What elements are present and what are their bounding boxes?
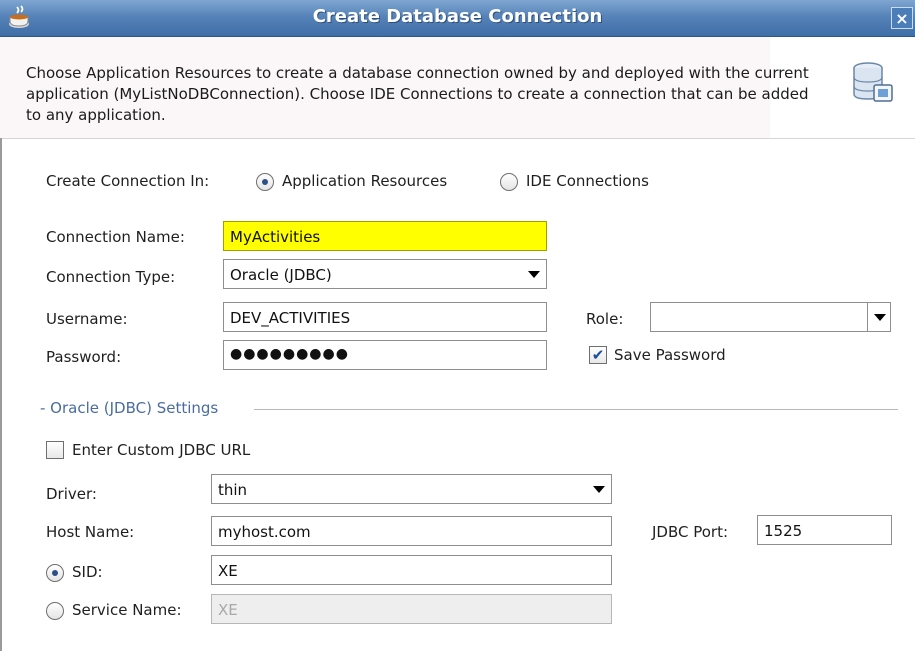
- chevron-down-icon: [528, 271, 540, 278]
- connection-type-select[interactable]: Oracle (JDBC): [223, 259, 547, 289]
- host-name-input[interactable]: myhost.com: [211, 516, 612, 546]
- application-resources-radio[interactable]: [256, 173, 274, 191]
- sid-label[interactable]: SID:: [72, 563, 103, 581]
- password-input[interactable]: ●●●●●●●●●: [223, 340, 547, 370]
- header-panel: Choose Application Resources to create a…: [0, 37, 915, 139]
- driver-value: thin: [218, 481, 248, 499]
- jdbc-port-label: JDBC Port:: [652, 523, 729, 541]
- driver-select[interactable]: thin: [211, 474, 612, 504]
- role-label: Role:: [586, 310, 624, 328]
- title-bar[interactable]: Create Database Connection ×: [0, 0, 915, 37]
- connection-name-input[interactable]: MyActivities: [223, 221, 547, 251]
- sid-radio[interactable]: [46, 564, 64, 582]
- role-select[interactable]: [650, 302, 891, 332]
- host-name-label: Host Name:: [46, 523, 135, 541]
- jdbc-port-input[interactable]: 1525: [757, 515, 892, 545]
- chevron-down-icon: [593, 486, 605, 493]
- checkmark-icon: ✔: [591, 346, 605, 364]
- sid-input[interactable]: XE: [211, 555, 612, 585]
- service-name-input: XE: [211, 594, 612, 624]
- password-label: Password:: [46, 348, 122, 366]
- driver-label: Driver:: [46, 485, 97, 503]
- jdbc-settings-section-title: - Oracle (JDBC) Settings: [40, 399, 219, 417]
- ide-connections-label[interactable]: IDE Connections: [526, 172, 649, 190]
- username-input[interactable]: DEV_ACTIVITIES: [223, 302, 547, 332]
- connection-type-value: Oracle (JDBC): [230, 266, 332, 284]
- service-name-label[interactable]: Service Name:: [72, 601, 182, 619]
- custom-jdbc-url-label[interactable]: Enter Custom JDBC URL: [72, 441, 250, 459]
- database-icon: [853, 62, 893, 102]
- close-icon: ×: [895, 9, 909, 28]
- create-in-label: Create Connection In:: [46, 172, 210, 190]
- username-label: Username:: [46, 310, 128, 328]
- ide-connections-radio[interactable]: [500, 173, 518, 191]
- save-password-label[interactable]: Save Password: [614, 346, 726, 364]
- custom-jdbc-url-checkbox[interactable]: [46, 441, 64, 459]
- close-button[interactable]: ×: [891, 7, 913, 29]
- window-title: Create Database Connection: [312, 6, 603, 27]
- application-resources-label[interactable]: Application Resources: [282, 172, 447, 190]
- save-password-checkbox[interactable]: ✔: [589, 346, 607, 364]
- service-name-radio[interactable]: [46, 602, 64, 620]
- connection-type-label: Connection Type:: [46, 268, 176, 286]
- section-divider: [254, 409, 898, 410]
- connection-name-label: Connection Name:: [46, 228, 185, 246]
- header-description: Choose Application Resources to create a…: [26, 64, 809, 124]
- chevron-down-icon: [874, 314, 886, 321]
